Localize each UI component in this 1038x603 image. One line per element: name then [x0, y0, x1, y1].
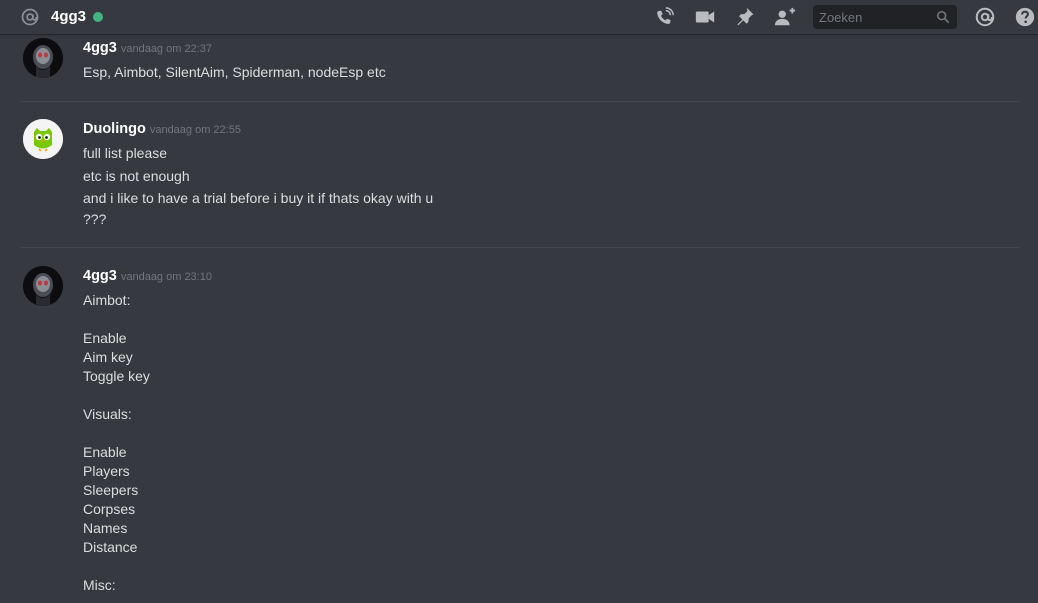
channel-header: 4gg3 — [0, 0, 1038, 34]
channel-name: 4gg3 — [51, 8, 87, 25]
help-icon[interactable] — [1014, 6, 1036, 28]
message-line: Aim key — [83, 349, 133, 365]
message-line: ??? — [83, 211, 107, 227]
avatar-image — [23, 266, 63, 306]
message-author[interactable]: 4gg3 vandaag om 23:10 — [83, 268, 212, 284]
message-line: Enable — [83, 444, 127, 460]
message-line: Distance — [83, 539, 138, 555]
at-icon — [21, 8, 39, 26]
mention-icon[interactable] — [974, 6, 996, 28]
message-line: Corpses — [83, 501, 136, 517]
add-member-icon[interactable] — [774, 6, 796, 28]
message-list: 4gg3 vandaag om 22:37 Esp, Aimbot, Silent… — [0, 34, 1038, 603]
author-name[interactable]: 4gg3 — [83, 268, 117, 284]
message-line: Enable — [83, 330, 127, 346]
online-status-indicator — [93, 12, 103, 22]
message-timestamp: vandaag om 23:10 — [120, 271, 212, 283]
call-icon[interactable] — [653, 6, 675, 28]
message-line: Visuals: — [83, 406, 132, 422]
message-author[interactable]: 4gg3 vandaag om 22:37 — [83, 40, 212, 56]
avatar[interactable] — [23, 266, 63, 306]
message-line: Esp, Aimbot, SilentAim, Spiderman, nodeE… — [83, 64, 386, 80]
message-line: Aimbot: — [83, 292, 131, 308]
avatar-image — [23, 38, 63, 78]
message-line: full list please — [83, 145, 168, 161]
duolingo-owl-avatar-image — [23, 119, 63, 159]
message-divider — [20, 247, 1020, 248]
message-timestamp: vandaag om 22:37 — [120, 43, 212, 55]
avatar[interactable] — [23, 119, 63, 159]
message-line: etc is not enough — [83, 168, 190, 184]
message-line: Sleepers — [83, 482, 139, 498]
message-line: Players — [83, 463, 130, 479]
video-icon[interactable] — [694, 6, 716, 28]
search-box[interactable] — [813, 5, 957, 29]
message-author[interactable]: Duolingo vandaag om 22:55 — [83, 121, 241, 137]
message-divider — [20, 101, 1020, 102]
author-name[interactable]: Duolingo — [83, 121, 146, 137]
message-line: and i like to have a trial before i buy … — [83, 190, 434, 206]
avatar[interactable] — [23, 38, 63, 78]
message-line: Names — [83, 520, 128, 536]
pin-icon[interactable] — [734, 6, 756, 28]
author-name[interactable]: 4gg3 — [83, 40, 117, 56]
search-icon[interactable] — [936, 10, 950, 24]
message-timestamp: vandaag om 22:55 — [149, 124, 241, 136]
message-line: Toggle key — [83, 368, 150, 384]
message-line: Misc: — [83, 577, 116, 593]
search-input[interactable] — [813, 5, 931, 29]
